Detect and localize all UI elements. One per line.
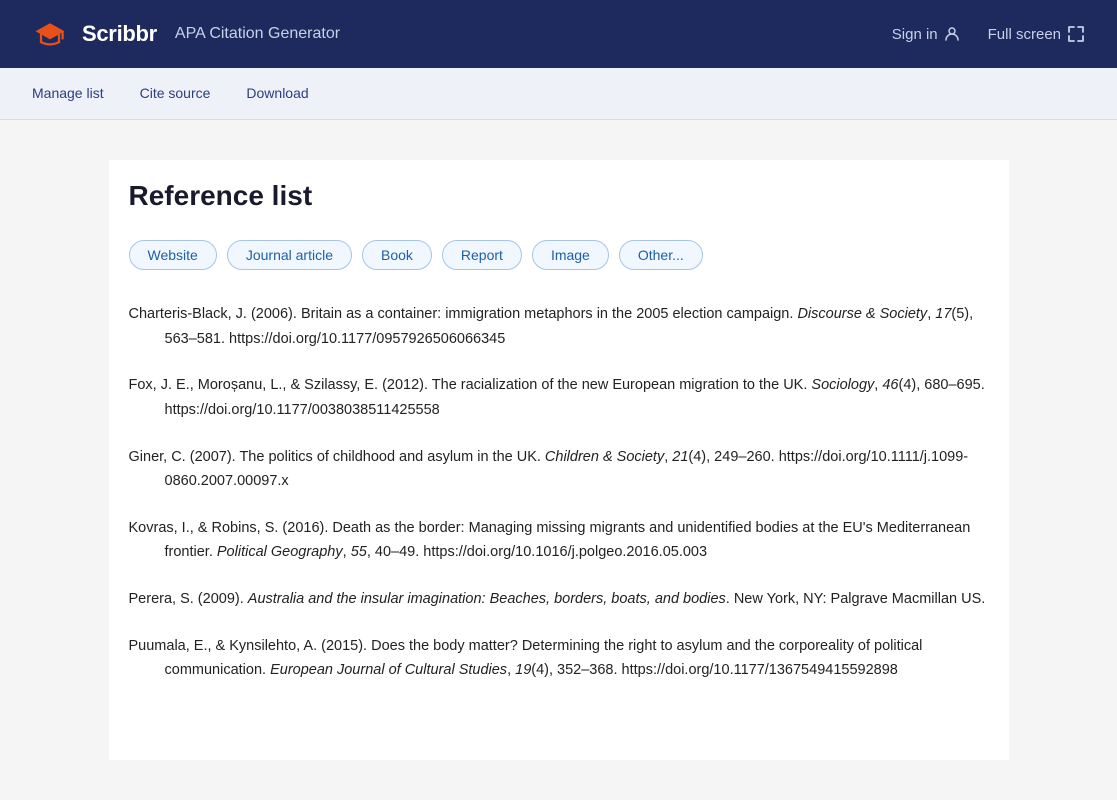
source-type-buttons: Website Journal article Book Report Imag… (129, 240, 989, 270)
reference-list: Charteris-Black, J. (2006). Britain as a… (129, 302, 989, 745)
page-title: Reference list (129, 160, 989, 212)
reference-item: Puumala, E., & Kynsilehto, A. (2015). Do… (129, 634, 989, 683)
app-name: APA Citation Generator (175, 25, 340, 43)
nav-cite-source[interactable]: Cite source (122, 68, 229, 120)
top-navbar: Manage list Cite source Download (0, 68, 1117, 120)
logo-area: Scribbr APA Citation Generator (32, 16, 340, 52)
fullscreen-icon (1067, 25, 1085, 43)
main-content: Reference list Website Journal article B… (109, 160, 1009, 760)
logo-text: Scribbr (82, 21, 157, 47)
source-type-journal-article[interactable]: Journal article (227, 240, 352, 270)
nav-download[interactable]: Download (228, 68, 326, 120)
header-actions: Sign in Full screen (892, 25, 1085, 43)
source-type-image[interactable]: Image (532, 240, 609, 270)
reference-item: Giner, C. (2007). The politics of childh… (129, 445, 989, 494)
reference-item: Kovras, I., & Robins, S. (2016). Death a… (129, 516, 989, 565)
app-header: Scribbr APA Citation Generator Sign in F… (0, 0, 1117, 68)
sign-in-button[interactable]: Sign in (892, 26, 960, 43)
source-type-report[interactable]: Report (442, 240, 522, 270)
nav-manage-list[interactable]: Manage list (32, 68, 122, 120)
scribbr-logo-icon (32, 16, 68, 52)
reference-item: Charteris-Black, J. (2006). Britain as a… (129, 302, 989, 351)
source-type-website[interactable]: Website (129, 240, 217, 270)
source-type-book[interactable]: Book (362, 240, 432, 270)
reference-item: Fox, J. E., Moroșanu, L., & Szilassy, E.… (129, 373, 989, 422)
source-type-other[interactable]: Other... (619, 240, 703, 270)
reference-item: Perera, S. (2009). Australia and the ins… (129, 587, 989, 612)
fullscreen-button[interactable]: Full screen (988, 25, 1085, 43)
person-icon (944, 26, 960, 42)
